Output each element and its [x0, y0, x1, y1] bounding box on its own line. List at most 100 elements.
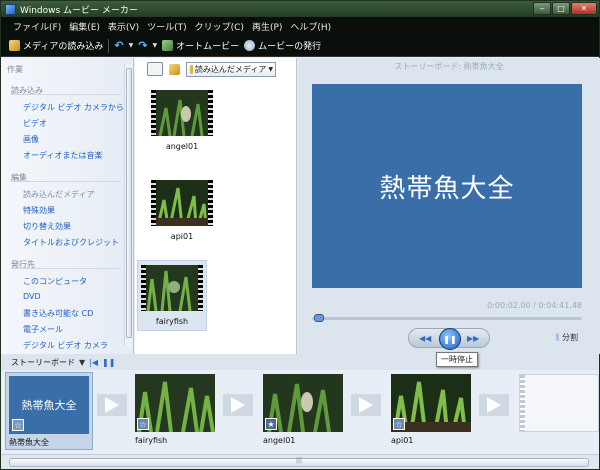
menu-view[interactable]: 表示(V): [108, 20, 139, 33]
automovie-icon: [162, 40, 174, 51]
storyboard-clip-label: angel01: [263, 436, 296, 445]
publish-movie-label: ムービーの発行: [258, 42, 322, 52]
storyboard-clip-angel01[interactable]: ★ angel01: [263, 374, 349, 445]
toolbar-separator: [108, 38, 110, 53]
fish-scene-image: [156, 90, 208, 136]
tasks-header: 作業: [7, 65, 23, 74]
undo-dropdown-icon[interactable]: ▼: [129, 42, 134, 49]
redo-dropdown-icon[interactable]: ▼: [152, 42, 157, 49]
previous-frame-icon[interactable]: ◀◀: [419, 334, 431, 343]
task-publish-cd[interactable]: 書き込み可能な CD: [23, 308, 93, 319]
collection-dropdown-value: 読み込んだメディア: [194, 64, 267, 74]
pause-storyboard-icon[interactable]: ❚❚: [102, 358, 115, 367]
app-window: Windows ムービー メーカー ‒ □ ✕ ファイル(F) 編集(E) 表示…: [0, 0, 600, 470]
collection-clip-api01[interactable]: api01: [151, 180, 213, 241]
effect-star-icon[interactable]: ☆: [137, 418, 149, 430]
storyboard-scrollbar[interactable]: |||: [1, 454, 599, 469]
import-media-label: メディアの読み込み: [23, 42, 104, 52]
seek-handle[interactable]: [314, 314, 324, 322]
preview-monitor: ストーリーボード: 熱帯魚大全 熱帯魚大全 0:00:02.00 / 0:04:…: [298, 58, 600, 367]
storyboard-clip-fairyfish[interactable]: ☆ fairyfish: [135, 374, 221, 445]
import-media-button[interactable]: メディアの読み込み: [9, 39, 103, 52]
menu-play[interactable]: 再生(P): [252, 20, 282, 33]
menu-edit[interactable]: 編集(E): [69, 20, 100, 33]
section-divider: [11, 268, 121, 269]
redo-icon[interactable]: ↷: [138, 39, 147, 52]
fish-scene-image: [156, 180, 208, 226]
storyboard-clip-label: 熱帯魚大全: [9, 438, 49, 447]
toggle-tasks-pane-button[interactable]: [147, 62, 163, 76]
clip-thumbnail: [141, 265, 203, 311]
fish-scene-image: [146, 265, 198, 311]
tasks-scrollbar[interactable]: [124, 64, 132, 346]
preview-time-readout: 0:00:02.00 / 0:04:41.48: [487, 301, 582, 310]
title-clip-text: 熱帯魚大全: [21, 399, 77, 412]
playback-controls: ◀◀ ❚❚ ▶▶: [408, 328, 490, 350]
collection-toolbar: 読み込んだメディア ▼: [135, 58, 297, 80]
transition-slot[interactable]: [223, 394, 253, 416]
task-import-from-dv-camera[interactable]: デジタル ビデオ カメラから: [23, 102, 124, 113]
task-import-pictures[interactable]: 画像: [23, 134, 39, 145]
split-button[interactable]: ⫼ 分割: [555, 332, 578, 343]
task-transitions[interactable]: 切り替え効果: [23, 221, 71, 232]
rewind-storyboard-icon[interactable]: |◀: [89, 358, 98, 367]
storyboard-header: ストーリーボード ▼ |◀ ❚❚: [1, 354, 599, 370]
scroll-grip-icon: |||: [296, 457, 303, 464]
media-folder-icon: [190, 64, 193, 74]
task-publish-computer[interactable]: このコンピュータ: [23, 276, 87, 287]
seek-bar[interactable]: [312, 314, 582, 322]
storyboard-clip-api01[interactable]: ☆ api01: [391, 374, 477, 445]
folder-icon[interactable]: [169, 63, 180, 75]
section-divider: [11, 181, 121, 182]
window-title: Windows ムービー メーカー: [20, 5, 138, 16]
clip-thumbnail: [151, 180, 213, 226]
task-import-video[interactable]: ビデオ: [23, 118, 47, 129]
storyboard-clip-title[interactable]: 熱帯魚大全 ☆ 熱帯魚大全: [5, 372, 93, 450]
title-bar: Windows ムービー メーカー ‒ □ ✕: [1, 1, 599, 17]
effect-star-icon[interactable]: ☆: [393, 418, 405, 430]
menu-clip[interactable]: クリップ(C): [195, 20, 244, 33]
storyboard-clip-label: fairyfish: [135, 436, 168, 445]
preview-title: ストーリーボード: 熱帯魚大全: [394, 62, 504, 71]
effect-star-icon[interactable]: ☆: [12, 419, 24, 431]
transition-slot[interactable]: [351, 394, 381, 416]
task-publish-email[interactable]: 電子メール: [23, 324, 63, 335]
task-titles-credits[interactable]: タイトルおよびクレジット: [23, 237, 119, 248]
collection-pane: 読み込んだメディア ▼ angel01 api01 fairyfish: [135, 58, 297, 354]
close-button[interactable]: ✕: [571, 2, 597, 15]
collection-clip-angel01[interactable]: angel01: [151, 90, 213, 151]
next-frame-icon[interactable]: ▶▶: [467, 334, 479, 343]
collection-dropdown[interactable]: 読み込んだメディア ▼: [186, 61, 276, 77]
preview-screen-title: 熱帯魚大全: [379, 173, 515, 204]
clip-caption: fairyfish: [155, 317, 189, 326]
collection-clip-fairyfish[interactable]: fairyfish: [137, 260, 207, 331]
publish-movie-button[interactable]: ムービーの発行: [244, 39, 321, 52]
pause-button[interactable]: ❚❚: [439, 328, 461, 350]
storyboard-clip-label: api01: [391, 436, 414, 445]
undo-icon[interactable]: ↶: [114, 39, 123, 52]
transition-slot[interactable]: [97, 394, 127, 416]
menu-file[interactable]: ファイル(F): [13, 20, 61, 33]
clip-caption: api01: [170, 232, 194, 241]
storyboard-empty-slot[interactable]: [519, 374, 599, 432]
tasks-scroll-thumb[interactable]: [126, 68, 132, 338]
menu-tools[interactable]: ツール(T): [147, 20, 187, 33]
chevron-down-icon: ▼: [268, 65, 273, 73]
storyboard-view-label[interactable]: ストーリーボード: [11, 357, 75, 368]
task-publish-dv-camera[interactable]: デジタル ビデオ カメラ: [23, 340, 108, 351]
minimize-button[interactable]: ‒: [533, 2, 551, 15]
task-publish-dvd[interactable]: DVD: [23, 292, 41, 301]
movie-maker-app-icon: [5, 3, 16, 15]
task-import-audio[interactable]: オーディオまたは音楽: [23, 150, 102, 161]
menu-help[interactable]: ヘルプ(H): [290, 20, 331, 33]
preview-screen: 熱帯魚大全: [312, 84, 582, 288]
automovie-button[interactable]: オートムービー: [162, 39, 239, 52]
task-imported-media[interactable]: 読み込んだメディア: [23, 189, 94, 200]
storyboard-view-dropdown-icon[interactable]: ▼: [79, 358, 85, 367]
task-effects[interactable]: 特殊効果: [23, 205, 55, 216]
transition-slot[interactable]: [479, 394, 509, 416]
effect-star-icon[interactable]: ★: [265, 418, 277, 430]
automovie-label: オートムービー: [176, 42, 240, 52]
maximize-button[interactable]: □: [552, 2, 570, 15]
publish-disc-icon: [244, 40, 256, 51]
